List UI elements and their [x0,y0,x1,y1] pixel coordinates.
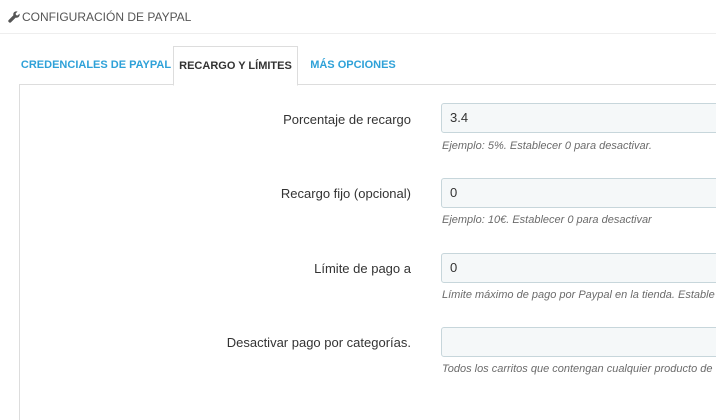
fixed-surcharge-input[interactable]: 0 [441,178,716,208]
disable-categories-help: Todos los carritos que contengan cualqui… [442,363,713,375]
tab-mas-opciones[interactable]: MÁS OPCIONES [298,46,408,85]
fixed-surcharge-help: Ejemplo: 10€. Establecer 0 para desactiv… [442,214,652,226]
panel-title: CONFIGURACIÓN DE PAYPAL [22,10,192,24]
disable-categories-label: Desactivar pago por categorías. [226,335,411,350]
fixed-surcharge-label: Recargo fijo (opcional) [280,186,411,201]
payment-limit-help: Límite máximo de pago por Paypal en la t… [442,289,715,301]
surcharge-percent-input[interactable]: 3.4 [441,103,716,133]
wrench-icon [8,11,20,23]
tab-bar: CREDENCIALES DE PAYPAL RECARGO Y LÍMITES… [19,46,716,86]
surcharge-percent-label: Porcentaje de recargo [283,112,411,127]
tab-content: Porcentaje de recargo 3.4 Ejemplo: 5%. E… [19,84,716,420]
surcharge-percent-help: Ejemplo: 5%. Establecer 0 para desactiva… [442,140,652,152]
payment-limit-label: Límite de pago a [314,261,411,276]
disable-categories-input[interactable] [441,327,716,357]
tab-recargo-limites[interactable]: RECARGO Y LÍMITES [173,46,298,86]
panel-heading: CONFIGURACIÓN DE PAYPAL [0,0,716,34]
payment-limit-input[interactable]: 0 [441,253,716,283]
tab-credenciales[interactable]: CREDENCIALES DE PAYPAL [19,46,173,85]
